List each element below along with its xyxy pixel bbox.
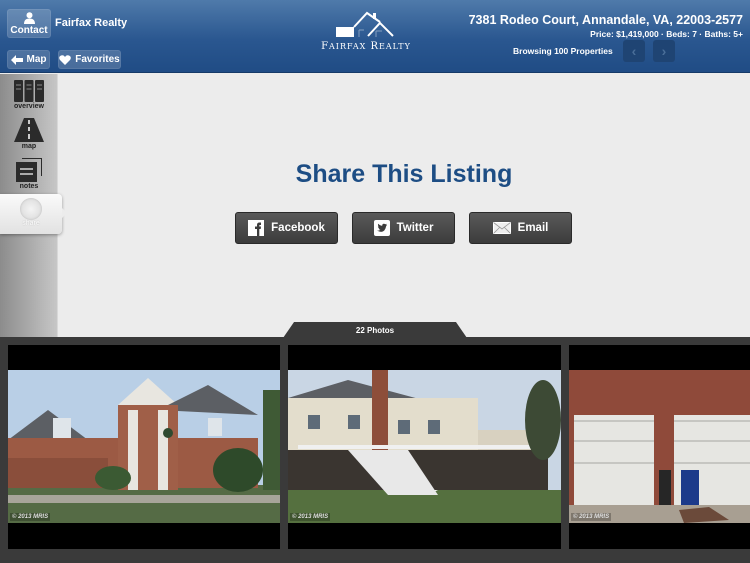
twitter-share-button[interactable]: Twitter [352, 212, 455, 244]
header: Contact Fairfax Realty Map Favorites FAI… [0, 0, 750, 73]
person-icon [23, 11, 35, 24]
share-icon [20, 198, 42, 220]
sidebar-label-share: share [22, 220, 40, 227]
photo-copyright: © 2013 MRIS [571, 513, 612, 521]
notes-icon [16, 158, 42, 182]
arrow-left-icon [10, 54, 23, 65]
property-details: Price: $1,419,000 · Beds: 7 · Baths: 5+ [590, 29, 743, 39]
house-photo-3 [569, 370, 750, 523]
email-label: Email [517, 222, 549, 234]
page-title: Share This Listing [295, 160, 513, 188]
browsing-count: Browsing 100 Properties [513, 46, 613, 56]
photo-copyright: © 2013 MRIS [290, 513, 331, 521]
email-share-button[interactable]: Email [469, 212, 572, 244]
favorites-button[interactable]: Favorites [58, 50, 121, 69]
favorites-label: Favorites [75, 54, 120, 65]
sidebar-item-notes[interactable]: notes [0, 158, 58, 198]
twitter-label: Twitter [396, 222, 434, 234]
previous-property-button[interactable]: ‹ [623, 40, 645, 62]
map-label: Map [26, 54, 47, 65]
facebook-share-button[interactable]: Facebook [235, 212, 338, 244]
house-photo-1 [8, 370, 280, 523]
email-icon [492, 222, 511, 234]
sidebar-label-overview: overview [14, 103, 44, 110]
chevron-left-icon: ‹ [631, 43, 637, 59]
photo-count-tab[interactable]: 22 Photos [283, 322, 467, 338]
sidebar-item-overview[interactable]: overview [0, 80, 58, 120]
contact-button[interactable]: Contact [7, 9, 51, 38]
facebook-icon [248, 220, 265, 236]
map-back-button[interactable]: Map [7, 50, 50, 69]
facebook-label: Facebook [271, 222, 325, 234]
sidebar-item-map[interactable]: map [0, 118, 58, 158]
agency-name: Fairfax Realty [55, 17, 128, 29]
sidebar-item-share[interactable]: share [0, 194, 67, 234]
photo-thumbnail[interactable]: © 2013 MRIS [288, 345, 561, 549]
overview-icon [14, 80, 44, 102]
chevron-right-icon: › [661, 43, 667, 59]
heart-icon [59, 54, 72, 65]
road-icon [14, 118, 44, 142]
photo-thumbnail[interactable]: © 2013 MRIS [569, 345, 750, 549]
photo-copyright: © 2013 MRIS [10, 513, 51, 521]
photo-thumbnail[interactable]: © 2013 MRIS [8, 345, 280, 549]
property-address: 7381 Rodeo Court, Annandale, VA, 22003-2… [468, 13, 743, 27]
twitter-icon [373, 220, 390, 236]
sidebar: overview map notes share [0, 74, 67, 337]
house-photo-2 [288, 370, 561, 523]
contact-label: Contact [10, 24, 48, 36]
sidebar-label-map: map [21, 143, 37, 150]
logo-text: FAIRFAX REALTY [321, 41, 411, 52]
sidebar-label-notes: notes [19, 183, 39, 190]
next-property-button[interactable]: › [653, 40, 675, 62]
